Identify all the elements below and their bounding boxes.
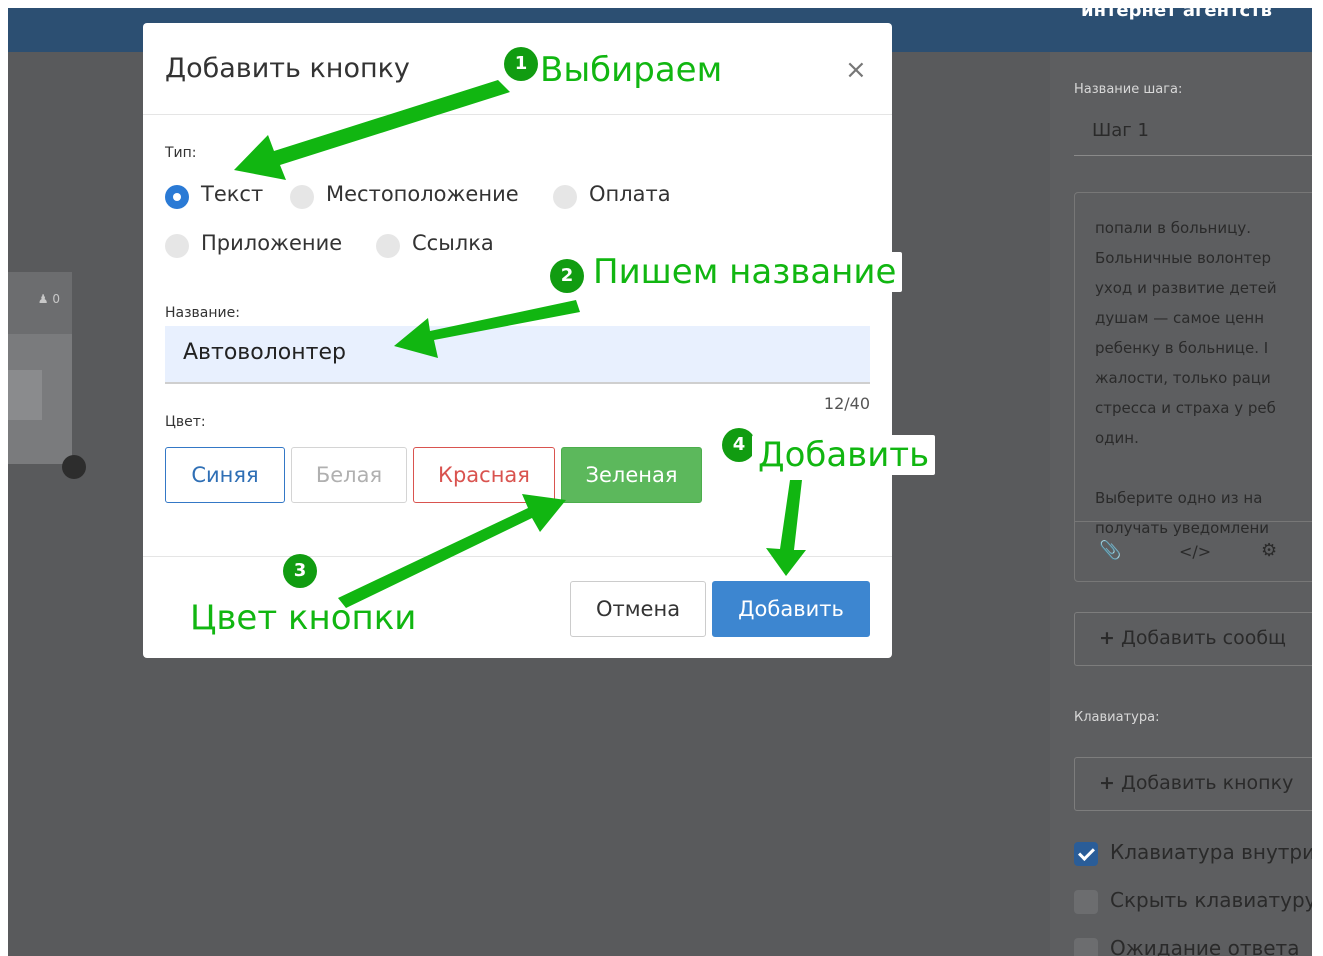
name-char-counter: 12/40 [823,394,870,413]
name-label: Название: [165,305,240,321]
checkbox-wait-answer-box[interactable] [1074,938,1098,956]
step-3-caption: Цвет кнопки [190,598,417,638]
code-icon[interactable]: </> [1179,542,1211,561]
radio-type-app-label: Приложение [201,231,343,255]
dialog-footer-divider [143,556,892,557]
type-label: Тип: [165,145,197,161]
radio-type-payment-dot[interactable] [553,185,577,209]
step-settings-panel: Название шага: Шаг 1 попали в больницу. … [1050,52,1312,956]
add-keyboard-button[interactable]: + Добавить кнопку [1074,757,1312,811]
step-2-caption: Пишем название [587,252,903,292]
plus-icon: + [1099,772,1115,794]
radio-type-location-dot[interactable] [290,185,314,209]
gear-icon[interactable]: ⚙ [1261,540,1277,561]
dialog-header-divider [143,114,892,115]
color-red-button[interactable]: Красная [413,447,555,503]
plus-icon: + [1099,627,1115,649]
left-margin [0,0,8,956]
node-subscriber-counter: ♟ 0 [38,292,60,306]
flow-node-header: ♟ 0 [8,272,72,334]
step-name-input[interactable]: Шаг 1 [1074,104,1312,156]
checkbox-inline-keyboard-box[interactable] [1074,842,1098,866]
checkbox-wait-answer-label: Ожидание ответа [1110,936,1300,956]
message-editor[interactable]: попали в больницу. Больничные волонтер у… [1074,192,1312,582]
step-1-badge: 1 [504,47,538,81]
user-icon: ♟ [37,292,49,306]
right-margin [1312,0,1323,956]
radio-type-app-dot[interactable] [165,234,189,258]
cancel-button[interactable]: Отмена [570,581,706,637]
step-3-badge: 3 [283,554,317,588]
add-keyboard-button-label: Добавить кнопку [1120,772,1294,794]
step-1-caption: Выбираем [540,50,723,90]
checkbox-hide-keyboard-box[interactable] [1074,890,1098,914]
radio-type-payment-label: Оплата [589,182,671,206]
step-2-badge: 2 [550,259,584,293]
add-button[interactable]: Добавить [712,581,870,637]
step-4-caption: Добавить [752,435,936,475]
color-white-button[interactable]: Белая [291,447,407,503]
add-message-button[interactable]: + Добавить сообщ [1074,612,1312,666]
button-name-input[interactable]: Автоволонтер [165,326,870,384]
message-text[interactable]: попали в больницу. Больничные волонтер у… [1095,213,1312,543]
flow-node[interactable]: ♟ 0 [8,272,72,464]
node-connector-handle[interactable] [62,455,86,479]
color-green-button[interactable]: Зеленая [561,447,702,503]
top-margin [0,0,1323,8]
color-label: Цвет: [165,414,206,430]
close-icon[interactable]: × [845,57,867,83]
step-name-label: Название шага: [1074,82,1183,97]
color-blue-button[interactable]: Синяя [165,447,285,503]
dialog-title: Добавить кнопку [165,53,410,84]
flow-node-button[interactable] [8,370,42,420]
checkbox-inline-keyboard-label: Клавиатура внутри [1110,840,1312,864]
step-name-value: Шаг 1 [1092,120,1149,141]
add-button-dialog: Добавить кнопку × Тип: Текст Местоположе… [143,23,892,658]
radio-type-text-dot[interactable] [165,185,189,209]
screenshot-stage: ♟ 0 Название шага: Шаг 1 попали в больни… [0,0,1323,956]
checkbox-hide-keyboard-label: Скрыть клавиатуру [1110,888,1312,912]
keyboard-label: Клавиатура: [1074,710,1160,725]
step-4-badge: 4 [722,428,756,462]
radio-type-link-dot[interactable] [376,234,400,258]
radio-type-text-label: Текст [201,182,264,206]
add-message-label: Добавить сообщ [1120,627,1286,649]
message-toolbar: 📎 </> ⚙ [1075,521,1312,583]
node-counter-value: 0 [52,292,60,306]
radio-type-location-label: Местоположение [326,182,519,206]
radio-type-link-label: Ссылка [412,231,494,255]
paperclip-icon[interactable]: 📎 [1099,540,1121,561]
